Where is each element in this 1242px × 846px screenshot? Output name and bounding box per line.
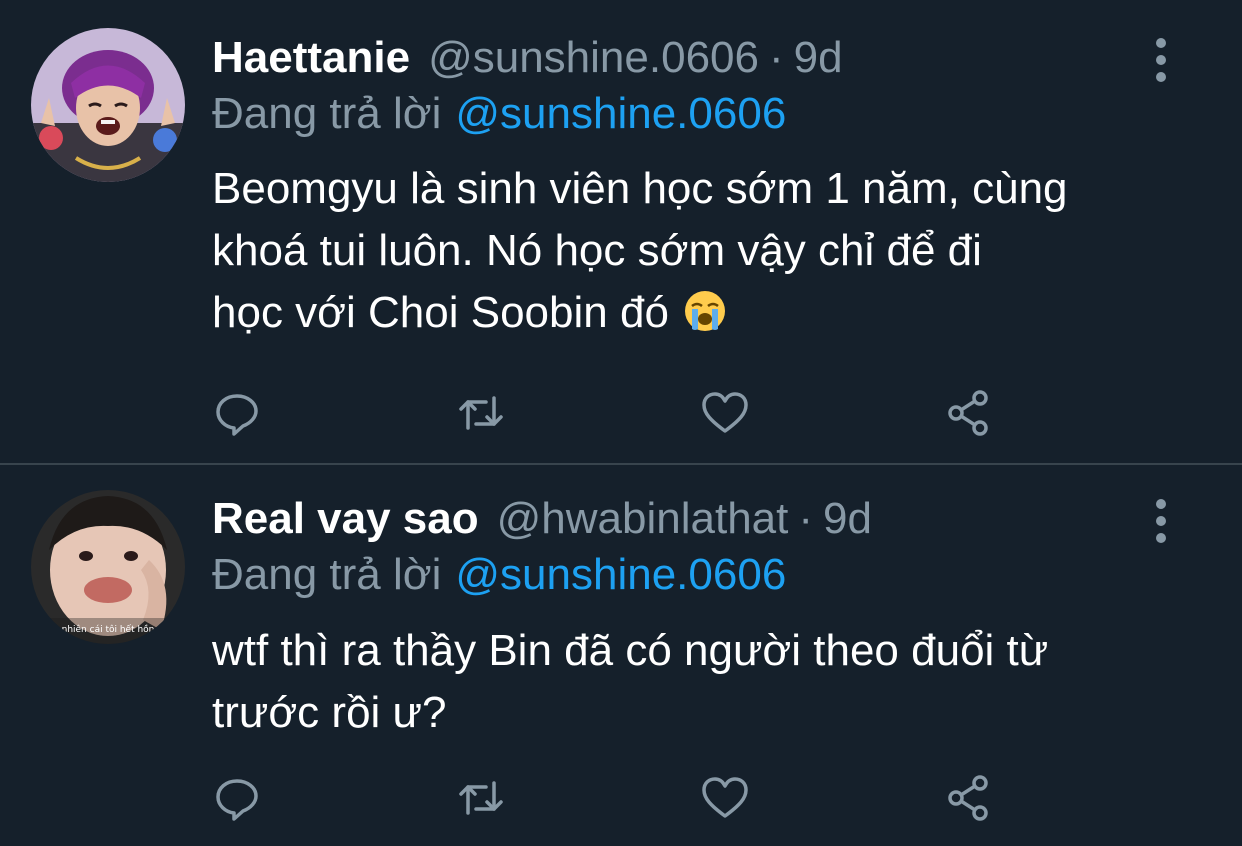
tweet-actions [212,388,1012,438]
timestamp[interactable]: 9d [823,494,872,544]
replying-to-handle[interactable]: @sunshine.0606 [455,550,786,599]
tweet-text-line: Beomgyu là sinh viên học sớm 1 năm, cùng [212,164,1068,213]
replying-to-label: Đang trả lời [212,550,442,599]
share-icon[interactable] [944,388,994,438]
more-options-icon[interactable] [1148,38,1174,82]
tweet-header: Real vay sao @hwabinlathat · 9d [212,489,872,549]
replying-to: Đang trả lời @sunshine.0606 [212,86,786,142]
retweet-icon[interactable] [456,388,506,438]
tweet-text-line: học với Choi Soobin đó [212,282,1192,344]
tweet[interactable]: Haettanie @sunshine.0606 · 9d Đang trả l… [0,0,1242,463]
replying-to-handle[interactable]: @sunshine.0606 [455,89,786,138]
like-icon[interactable] [700,388,750,438]
tweet-feed: Haettanie @sunshine.0606 · 9d Đang trả l… [0,0,1242,846]
avatar[interactable]: nhiên cái tôi hết hồn [31,490,185,644]
tweet-text-line: trước rồi ư? [212,688,447,737]
tweet-text: wtf thì ra thầy Bin đã có người theo đuổ… [212,620,1192,744]
separator-dot: · [768,33,784,82]
tweet-actions [212,773,1012,823]
like-icon[interactable] [700,773,750,823]
replying-to-label: Đang trả lời [212,89,442,138]
user-handle[interactable]: @sunshine.0606 [428,33,759,83]
more-options-icon[interactable] [1148,499,1174,543]
display-name[interactable]: Real vay sao [212,494,479,544]
share-icon[interactable] [944,773,994,823]
display-name[interactable]: Haettanie [212,33,410,83]
avatar-caption: nhiên cái tôi hết hồn [62,624,155,635]
timestamp[interactable]: 9d [794,33,843,83]
user-handle[interactable]: @hwabinlathat [497,494,789,544]
tweet-text-line: wtf thì ra thầy Bin đã có người theo đuổ… [212,626,1049,675]
loudly-crying-face-icon [683,288,727,332]
reply-icon[interactable] [212,773,262,823]
tweet-text: Beomgyu là sinh viên học sớm 1 năm, cùng… [212,158,1192,344]
tweet-header: Haettanie @sunshine.0606 · 9d [212,28,843,88]
replying-to: Đang trả lời @sunshine.0606 [212,547,786,603]
separator-dot: · [798,494,814,543]
tweet-text-line: khoá tui luôn. Nó học sớm vậy chỉ để đi [212,226,982,275]
retweet-icon[interactable] [456,773,506,823]
avatar[interactable] [31,28,185,182]
tweet[interactable]: nhiên cái tôi hết hồn Real vay sao @hwab… [0,465,1242,846]
reply-icon[interactable] [212,388,262,438]
